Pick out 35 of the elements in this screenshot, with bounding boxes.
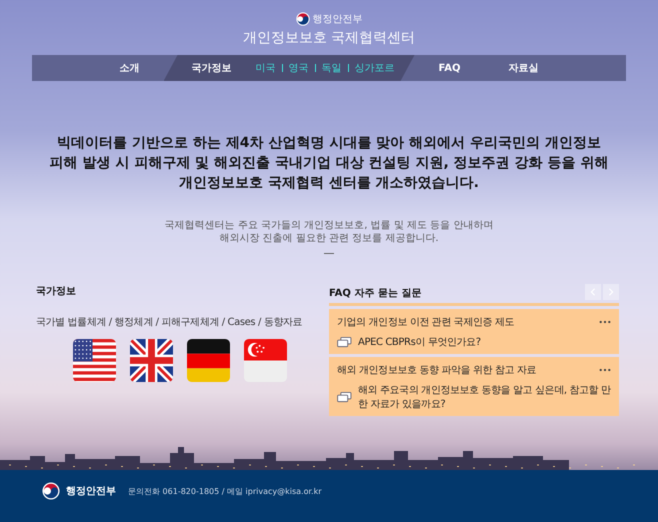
country-link[interactable]: 싱가포르 [354,61,395,75]
intro-text: 국제협력센터는 주요 국가들의 개인정보보호, 법률 및 제도 등을 안내하며 [164,219,494,232]
government-emblem-icon [296,12,310,26]
headline-text: 피해 발생 시 피해구제 및 해외진출 국내기업 대상 컨설팅 지원, 정보주권 강화 등을 위해 [48,154,610,173]
nav-tab[interactable]: 자료실 [484,61,562,75]
speech-bubbles-icon [337,392,352,402]
flag-icon[interactable] [187,339,230,382]
country-link[interactable]: 영국 [288,61,309,75]
category-text: 국가별 법률체계 / 행정체계 / 피해구제체계 / Cases / 동향자료 [36,316,304,329]
intro-text: 해외시장 진출에 필요한 관련 정보를 제공합니다. [219,232,439,245]
ministry-name: 행정안전부 [312,13,362,26]
faq-question[interactable]: APEC CBPRs이 무엇인가요? [358,335,481,349]
headline-text: 개인정보보호 국제협력 센터를 개소하였습니다. [178,174,480,193]
more-icon[interactable] [599,320,611,324]
faq-card[interactable]: 해외 개인정보보호 동향 파악을 위한 참고 자료 해외 주요국의 개인정보보호 동향을 알고 싶은데, 참고할 만한 자료가 있을까요? [329,357,619,416]
speech-bubbles-icon [337,336,352,348]
ministry-name: 행정안전부 [66,485,116,498]
contact-info: 문의전화 061-820-1805 / 메일 iprivacy@kisa.or.kr [128,486,322,496]
nav-tab[interactable]: 소개 [96,61,164,75]
flag-icon[interactable] [73,339,116,382]
headline-text: 빅데이터를 기반으로 하는 제4차 산업혁명 시대를 맞아 해외에서 우리국민의 개인정보 [56,134,602,153]
faq-topic: 기업의 개인정보 이전 관련 국제인증 제도 [337,316,514,329]
country-link[interactable]: 미국 [256,61,276,75]
faq-question[interactable]: 해외 주요국의 개인정보보호 동향을 알고 싶은데, 참고할 만한 자료가 있을까요? [358,383,611,411]
faq-card[interactable]: 기업의 개인정보 이전 관련 국제인증 제도 APEC CBPRs이 무엇인가요? [329,309,619,354]
section-heading: FAQ 자주 묻는 질문 [329,287,422,300]
country-link[interactable]: 독일 [322,61,342,75]
nav-tab[interactable]: 국가정보 [168,61,256,75]
government-emblem-icon [42,482,60,500]
nav-tab[interactable]: FAQ [414,62,484,74]
site-title: 개인정보보호 국제협력센터 [242,29,416,47]
section-heading: 국가정보 [36,285,77,298]
more-icon[interactable] [599,368,611,372]
flag-icon[interactable] [130,339,173,382]
faq-topic: 해외 개인정보보호 동향 파악을 위한 참고 자료 [337,364,536,377]
